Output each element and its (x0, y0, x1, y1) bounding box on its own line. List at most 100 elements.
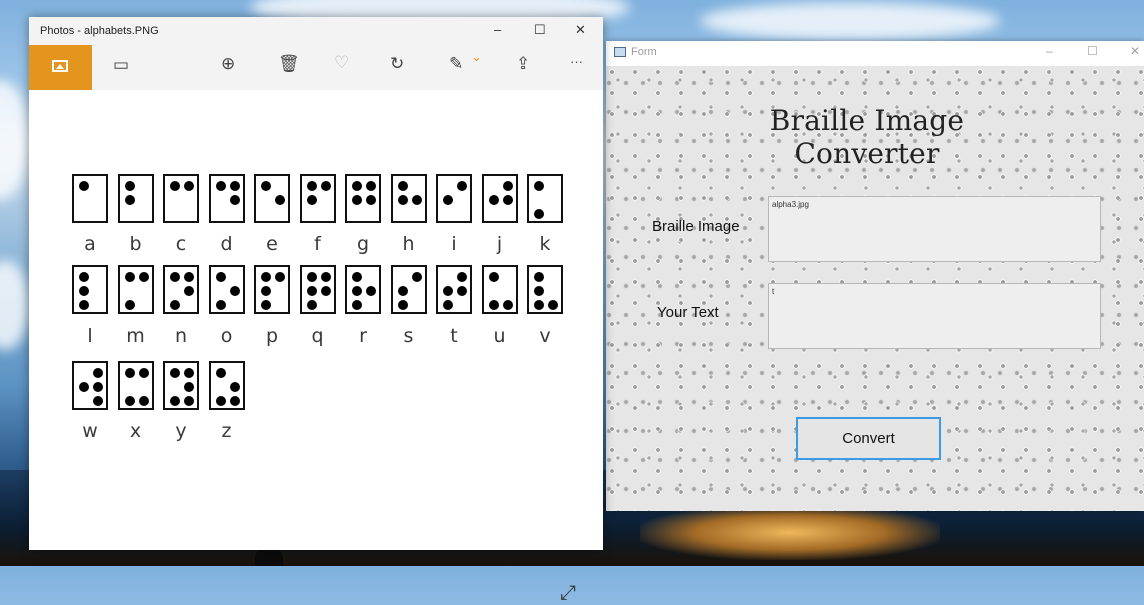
braille-dot (124, 181, 135, 191)
braille-cell-e (254, 174, 290, 223)
photos-minimize-button[interactable]: – (494, 22, 501, 37)
braille-letter-label: u (493, 325, 506, 347)
braille-dot (124, 300, 135, 310)
braille-letter-label: s (403, 325, 414, 347)
braille-letter-label: f (314, 233, 321, 255)
more-options-icon[interactable]: ··· (570, 54, 583, 69)
braille-dot (306, 286, 317, 296)
braille-letter-label: e (266, 233, 278, 255)
braille-letter-label: q (311, 325, 324, 347)
braille-dot (488, 195, 499, 205)
braille-dot (79, 181, 89, 191)
braille-cell-f (299, 174, 336, 223)
braille-dot (138, 368, 149, 378)
braille-dot (275, 272, 285, 282)
braille-dot (366, 286, 376, 296)
braille-dot (534, 286, 544, 296)
form-close-button[interactable]: ✕ (1130, 44, 1140, 58)
braille-dot (443, 286, 453, 296)
braille-dot (229, 286, 240, 296)
braille-dot (79, 272, 89, 282)
braille-dot (352, 181, 362, 191)
braille-dot (457, 272, 467, 282)
image-canvas: a b c d e f g h i j k l m n o p q r s t u v w x y z ⤢ (29, 90, 603, 604)
photos-title-bar[interactable]: Photos - alphabets.PNG – ☐ ✕ (29, 17, 603, 45)
braille-dot (184, 368, 194, 378)
braille-dot (261, 272, 271, 282)
app-heading: Braille Image Converter (769, 104, 965, 170)
braille-dot (488, 300, 499, 310)
favorite-icon[interactable]: ♡ (334, 53, 349, 73)
braille-dot (443, 195, 453, 205)
delete-icon[interactable]: 🗑 (278, 54, 300, 74)
braille-dot (352, 300, 362, 310)
braille-dot (411, 272, 422, 282)
form-app-icon (614, 47, 626, 57)
braille-letter-label: i (451, 233, 457, 255)
edit-chevron-icon[interactable]: ⌄ (471, 49, 482, 65)
braille-letter-label: h (402, 233, 415, 255)
braille-letter-label: z (221, 420, 232, 442)
braille-dot (93, 368, 103, 378)
braille-dot (534, 181, 544, 191)
braille-cell-g (345, 174, 381, 223)
form-minimize-button[interactable]: – (1046, 44, 1053, 58)
image-icon (52, 60, 68, 72)
convert-button[interactable]: Convert (796, 417, 941, 460)
braille-dot (502, 195, 513, 205)
braille-dot (275, 195, 285, 205)
braille-cell-n (163, 265, 199, 314)
braille-image-field[interactable]: alpha3.jpg (768, 196, 1101, 262)
photos-maximize-button[interactable]: ☐ (534, 22, 546, 38)
image-view-tab[interactable] (29, 45, 92, 90)
braille-dot (397, 181, 408, 191)
braille-letter-label: l (87, 325, 93, 347)
braille-cell-t (436, 265, 472, 314)
braille-cell-k (527, 174, 563, 223)
your-text-field[interactable]: t (768, 283, 1101, 349)
braille-dot (124, 396, 135, 406)
braille-dot (320, 286, 331, 296)
photos-toolbar: ▭ ⊕ 🗑 ♡ ↻ ✎ ⌄ ⇪ ··· (29, 45, 603, 90)
braille-dot (124, 195, 135, 205)
braille-letter-label: w (82, 420, 98, 442)
braille-dot (397, 286, 408, 296)
form-title-bar[interactable]: Form – ☐ ✕ (606, 41, 1144, 67)
braille-dot (170, 272, 180, 282)
braille-dot (138, 272, 149, 282)
braille-cell-i (436, 174, 472, 223)
braille-dot (215, 368, 226, 378)
braille-letter-label: p (265, 325, 279, 347)
braille-dot (366, 181, 376, 191)
zoom-icon[interactable]: ⊕ (221, 54, 235, 74)
braille-dot (184, 272, 194, 282)
edit-icon[interactable]: ✎ (449, 54, 463, 74)
braille-letter-label: r (359, 325, 367, 347)
braille-cell-v (527, 265, 563, 314)
photos-close-button[interactable]: ✕ (575, 22, 586, 38)
form-client-area: Braille Image Converter Braille Image al… (606, 66, 1144, 511)
braille-dot (306, 181, 317, 191)
braille-letter-label: m (126, 325, 145, 347)
braille-dot (502, 181, 513, 191)
braille-dot (534, 209, 544, 219)
braille-dot (229, 396, 240, 406)
braille-dot (261, 181, 271, 191)
braille-dot (411, 195, 422, 205)
braille-dot (261, 286, 271, 296)
slideshow-icon[interactable]: ▭ (113, 55, 129, 75)
braille-cell-u (481, 265, 518, 314)
form-maximize-button[interactable]: ☐ (1087, 44, 1098, 58)
rotate-icon[interactable]: ↻ (390, 54, 404, 74)
braille-cell-o (208, 265, 245, 314)
braille-dot (215, 300, 226, 310)
photos-window-title: Photos - alphabets.PNG (40, 25, 159, 37)
expand-icon[interactable]: ⤢ (560, 582, 576, 605)
braille-letter-label: j (496, 233, 503, 255)
braille-cell-b (117, 174, 154, 223)
braille-dot (170, 181, 180, 191)
braille-letter-label: b (129, 233, 142, 255)
braille-dot (397, 195, 408, 205)
braille-dot (548, 300, 558, 310)
share-icon[interactable]: ⇪ (516, 54, 530, 74)
